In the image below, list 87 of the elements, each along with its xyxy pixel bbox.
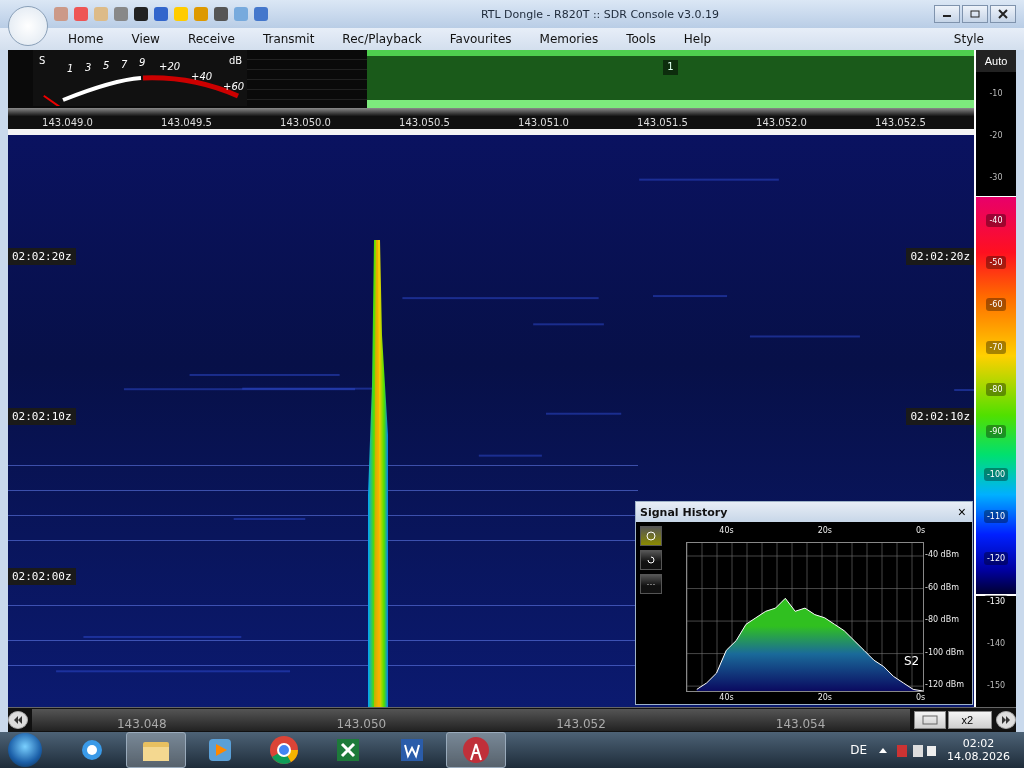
menu-item[interactable]: Rec/Playback	[342, 32, 422, 46]
timestamp: 02:02:00z	[8, 568, 76, 585]
circle-button[interactable]	[640, 526, 662, 546]
close-button[interactable]: ×	[955, 504, 968, 520]
axis-tick: -120 dBm	[925, 680, 965, 690]
maximize-icon	[970, 10, 980, 18]
tray-icons[interactable]	[877, 742, 937, 758]
frequency-label: 143.054	[775, 717, 826, 731]
start-button[interactable]	[8, 733, 42, 767]
scale-label: -50	[986, 255, 1006, 269]
scale-label: -20	[988, 130, 1004, 142]
spreadsheet-icon[interactable]	[335, 737, 361, 763]
toolbar-icon[interactable]	[134, 7, 148, 21]
more-button[interactable]: ···	[640, 574, 662, 594]
frequency-label: 143.049.0	[41, 117, 94, 128]
axis-tick: 0s	[916, 526, 926, 535]
scale-label: -30	[988, 172, 1004, 185]
minimize-button[interactable]	[934, 5, 960, 23]
rewind-icon	[13, 716, 23, 724]
menu-item[interactable]: Favourites	[449, 32, 512, 46]
s-meter-drawing: S dB 1 3 5 7 9 +20 +40 +60	[33, 50, 247, 106]
scale-label: -120	[983, 552, 1009, 566]
timestamp: 02:02:20z	[8, 248, 76, 265]
radio-tower-icon[interactable]	[462, 736, 490, 764]
frequency-navigator[interactable]: 143.048 143.050 143.052 143.054	[32, 709, 911, 731]
menu-item[interactable]: Help	[683, 32, 712, 46]
menu-item[interactable]: Transmit	[262, 32, 315, 46]
scale-label: -90	[986, 425, 1006, 439]
style-menu[interactable]: Style	[953, 32, 984, 46]
timestamp: 02:02:20z	[906, 248, 975, 265]
axis-tick: -40 dBm	[925, 550, 959, 559]
reset-button[interactable]	[640, 550, 662, 570]
scale-label: -60	[986, 298, 1006, 312]
timestamp: 02:02:10z	[8, 408, 76, 425]
fast-forward-icon	[1001, 716, 1011, 724]
scroll-left-button[interactable]	[8, 711, 28, 729]
scale-label: -140	[985, 637, 1007, 650]
auto-button[interactable]: Auto	[976, 50, 1016, 72]
scale-label: -110	[983, 509, 1009, 523]
frequency-label: 143.052	[556, 717, 606, 731]
close-icon	[998, 9, 1008, 19]
s-reading: S2	[904, 654, 920, 668]
scale-label: -10	[988, 87, 1004, 100]
scale-label: -40	[986, 213, 1006, 227]
band-marker: 1	[663, 60, 678, 75]
axis-tick: 20s	[817, 693, 832, 702]
timestamp: 02:02:10z	[906, 408, 975, 425]
scroll-right-button[interactable]	[996, 711, 1016, 729]
menu-item[interactable]: Receive	[187, 32, 235, 46]
menu-item[interactable]: Tools	[626, 32, 656, 46]
scale-label: -150	[985, 680, 1007, 693]
frequency-label: 143.050.0	[279, 117, 332, 128]
axis-tick: 40s	[719, 693, 734, 702]
scale-label: -70	[986, 340, 1006, 354]
frequency-label: 143.052.0	[755, 117, 808, 128]
frequency-label: 143.049.5	[160, 117, 213, 128]
maximize-button[interactable]	[962, 5, 988, 23]
chrome-icon[interactable]	[269, 735, 299, 765]
frequency-label: 143.052.5	[874, 117, 927, 128]
circle-icon	[646, 531, 656, 541]
axis-tick: 0s	[916, 693, 926, 702]
document-icon[interactable]	[399, 737, 425, 763]
panel-title: Signal History	[640, 505, 728, 519]
frequency-label: 143.050	[336, 717, 387, 731]
zoom-button[interactable]: x2	[948, 711, 992, 729]
close-button[interactable]	[990, 5, 1016, 23]
clock-date: 14.08.2026	[947, 750, 1010, 763]
keyboard-button[interactable]	[914, 711, 947, 729]
axis-tick: -100 dBm	[925, 647, 965, 657]
frequency-label: 143.048	[117, 717, 167, 731]
menu-item[interactable]: Memories	[539, 32, 599, 46]
menu-item[interactable]: View	[131, 32, 160, 46]
refresh-icon	[646, 555, 656, 565]
clock-time: 02:02	[962, 737, 995, 750]
axis-tick: 40s	[719, 526, 734, 535]
axis-tick: -60 dBm	[925, 582, 959, 592]
media-player-icon[interactable]	[207, 737, 233, 763]
axis-tick: -80 dBm	[925, 615, 959, 625]
scale-label: -100	[983, 467, 1009, 481]
frequency-label: 143.051.5	[636, 117, 689, 128]
window-title: RTL Dongle - R820T :: SDR Console v3.0.19	[479, 7, 721, 21]
axis-tick: 20s	[817, 526, 832, 535]
language-indicator[interactable]: DE	[850, 743, 867, 757]
frequency-label: 143.051.0	[517, 117, 570, 128]
frequency-label: 143.050.5	[398, 117, 451, 128]
scale-label: -80	[986, 382, 1006, 396]
menu-item[interactable]: Home	[68, 32, 104, 46]
